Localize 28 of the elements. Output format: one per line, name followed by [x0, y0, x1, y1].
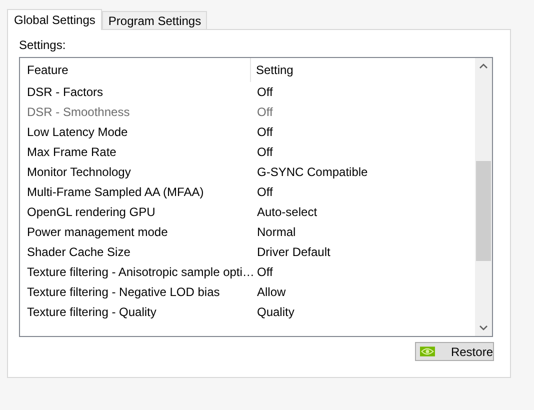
restore-button[interactable]: Restore: [415, 342, 494, 361]
setting-cell[interactable]: Off: [250, 125, 475, 139]
setting-cell[interactable]: Normal: [250, 225, 475, 239]
feature-cell[interactable]: OpenGL rendering GPU: [20, 205, 250, 219]
setting-cell[interactable]: Auto-select: [250, 205, 475, 219]
column-header[interactable]: Feature: [20, 58, 250, 82]
setting-cell[interactable]: Allow: [250, 285, 475, 299]
tab[interactable]: Program Settings: [102, 11, 208, 29]
feature-cell[interactable]: DSR - Factors: [20, 85, 250, 99]
tab[interactable]: Global Settings: [7, 9, 102, 30]
setting-cell[interactable]: Off: [250, 85, 475, 99]
feature-cell[interactable]: Multi-Frame Sampled AA (MFAA): [20, 185, 250, 199]
feature-cell[interactable]: Low Latency Mode: [20, 125, 250, 139]
eye-logo-icon: [420, 346, 435, 357]
feature-cell[interactable]: Texture filtering - Negative LOD bias: [20, 285, 250, 299]
setting-cell[interactable]: Quality: [250, 305, 475, 319]
setting-cell[interactable]: G-SYNC Compatible: [250, 165, 475, 179]
setting-cell[interactable]: Off: [250, 185, 475, 199]
feature-cell[interactable]: Max Frame Rate: [20, 145, 250, 159]
scrollbar[interactable]: [475, 58, 492, 336]
setting-cell[interactable]: Off: [250, 145, 475, 159]
feature-cell[interactable]: Power management mode: [20, 225, 250, 239]
feature-cell[interactable]: Texture filtering - Quality: [20, 305, 250, 319]
setting-cell[interactable]: Driver Default: [250, 245, 475, 259]
scroll-thumb[interactable]: [476, 161, 491, 261]
feature-cell[interactable]: Monitor Technology: [20, 165, 250, 179]
feature-cell[interactable]: Shader Cache Size: [20, 245, 250, 259]
settings-label: Settings:: [19, 38, 66, 52]
